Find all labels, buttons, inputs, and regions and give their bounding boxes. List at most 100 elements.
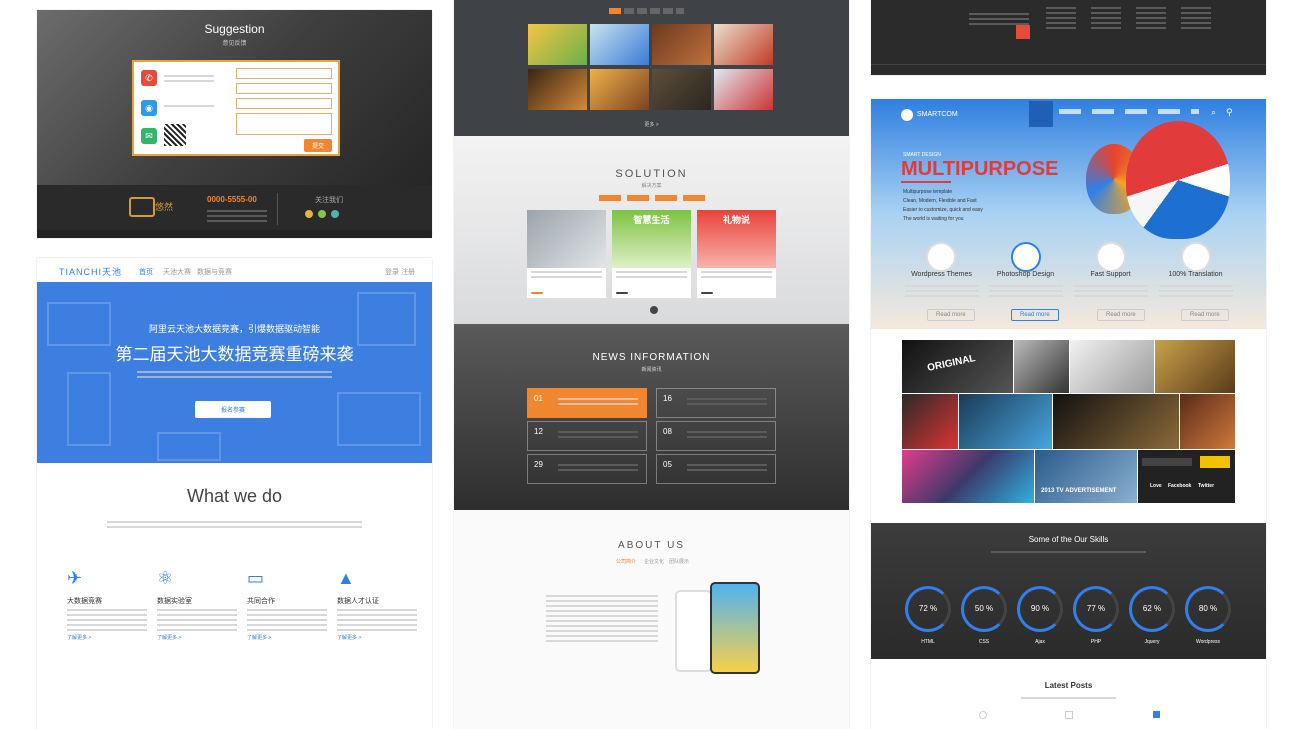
submit-button[interactable]: 提交: [304, 139, 333, 152]
hero-line: Multipurpose template: [903, 189, 953, 195]
logo-icon: [129, 197, 155, 217]
about-tab[interactable]: 团队展示: [669, 558, 689, 565]
qq-share-icon[interactable]: [331, 210, 339, 218]
support-icon: [1096, 242, 1126, 272]
weibo-icon[interactable]: [305, 210, 313, 218]
service-title: 100% Translation: [1168, 271, 1223, 278]
view-button[interactable]: [616, 292, 628, 294]
portfolio-thumb[interactable]: [590, 69, 649, 110]
photo-tile[interactable]: [1053, 394, 1179, 449]
carousel-dot[interactable]: [650, 306, 658, 314]
news-item[interactable]: 12: [527, 421, 647, 451]
message-textarea[interactable]: [236, 113, 332, 135]
hero-title: 第二届天池大数据竞赛重磅来袭: [115, 345, 354, 364]
signup-button[interactable]: 报名参赛: [195, 401, 271, 418]
news-section: NEWS INFORMATION 新闻资讯 01 12 29 16 08 05: [454, 324, 849, 510]
nav-items[interactable]: [1059, 109, 1199, 114]
name-field[interactable]: [236, 68, 332, 79]
portfolio-section: 更多 >: [454, 0, 849, 136]
footer-phone: 0000-5555-00: [207, 195, 257, 204]
wechat-share-icon[interactable]: [318, 210, 326, 218]
portfolio-thumb[interactable]: [714, 24, 773, 65]
back-to-top-button[interactable]: [1016, 25, 1030, 39]
about-title: ABOUT US: [618, 540, 685, 551]
nav-item-data[interactable]: 数据与竞赛: [197, 267, 232, 277]
card-multipurpose: SMARTCOM ⌕ ⚲ SMART DESIGN MULTIPURPOSE M…: [871, 99, 1266, 729]
top-nav: TIANCHI天池 首页 天池大赛 数据与竞赛 登录 注册: [37, 258, 432, 283]
photo-tile[interactable]: [1014, 340, 1069, 393]
skill-label: Wordpress: [1195, 639, 1221, 645]
post-icon[interactable]: [1065, 711, 1073, 719]
news-item[interactable]: 01: [527, 388, 647, 418]
photo-tile[interactable]: [902, 394, 958, 449]
footer-logo-text: 悠然: [155, 202, 174, 212]
nav-item-contest[interactable]: 天池大赛: [163, 267, 191, 277]
about-tab-active[interactable]: 公司简介: [616, 558, 636, 565]
email-field[interactable]: [236, 98, 332, 109]
news-item[interactable]: 29: [527, 454, 647, 484]
portfolio-thumb[interactable]: [528, 24, 587, 65]
social-love[interactable]: Love: [1150, 483, 1162, 489]
cart-icon[interactable]: ⚲: [1226, 107, 1233, 118]
photo-text: ORIGINAL: [926, 353, 977, 374]
news-item[interactable]: 05: [656, 454, 776, 484]
about-tab[interactable]: 企业文化: [644, 558, 664, 565]
hero-line: Clean, Modern, Flexible and Fast: [903, 198, 977, 204]
view-button[interactable]: [701, 292, 713, 294]
feature-more-link[interactable]: 了解更多 >: [247, 634, 327, 641]
phone-field[interactable]: [236, 83, 332, 94]
photo-tile[interactable]: ORIGINAL: [902, 340, 1013, 393]
portfolio-thumb[interactable]: [714, 69, 773, 110]
nav-item-active[interactable]: [1029, 101, 1053, 127]
portfolio-thumb[interactable]: [528, 69, 587, 110]
read-more-button[interactable]: Read more: [927, 309, 975, 321]
brand-logo[interactable]: TIANCHI天池: [59, 265, 122, 278]
register-link[interactable]: 注册: [401, 267, 415, 277]
feature-more-link[interactable]: 了解更多 >: [67, 634, 147, 641]
photo-tile[interactable]: [1155, 340, 1235, 393]
post-icon[interactable]: [979, 711, 987, 719]
post-icon[interactable]: [1153, 711, 1160, 718]
portfolio-thumb[interactable]: [590, 24, 649, 65]
service-title: Photoshop Design: [996, 271, 1055, 278]
filter-tabs[interactable]: [624, 8, 684, 14]
more-link[interactable]: 更多 >: [454, 121, 849, 128]
feature-title: 大数据竞赛: [67, 598, 102, 605]
hero-title: MULTIPURPOSE: [901, 158, 1059, 180]
photo-tile[interactable]: [1070, 340, 1154, 393]
photo-tile[interactable]: 2013 TV ADVERTISEMENT: [1035, 450, 1137, 503]
photo-tile[interactable]: [959, 394, 1052, 449]
solution-card[interactable]: [527, 210, 606, 298]
feature-more-link[interactable]: 了解更多 >: [337, 634, 417, 641]
skill-ring: 72 %: [905, 586, 951, 632]
read-more-button[interactable]: Read more: [1181, 309, 1229, 321]
feature-more-link[interactable]: 了解更多 >: [157, 634, 237, 641]
solution-section: SOLUTION 解决方案 智慧生活 礼物说: [454, 136, 849, 324]
photo-tile[interactable]: [1180, 394, 1235, 449]
search-icon[interactable]: ⌕: [1211, 107, 1216, 118]
feature-title: 共同合作: [247, 598, 275, 605]
view-button[interactable]: [531, 292, 543, 294]
brand-name[interactable]: SMARTCOM: [917, 111, 958, 118]
feature-card: ✈ 大数据竞赛 了解更多 >: [67, 568, 147, 641]
translation-icon: [1181, 242, 1211, 272]
portfolio-thumb[interactable]: [652, 69, 711, 110]
search-bar[interactable]: [1142, 458, 1192, 466]
photo-tile-social[interactable]: Love Facebook Twitter: [1138, 450, 1235, 503]
news-item[interactable]: 08: [656, 421, 776, 451]
nav-item-home[interactable]: 首页: [139, 267, 153, 277]
news-item[interactable]: 16: [656, 388, 776, 418]
photo-tile[interactable]: [902, 450, 1034, 503]
read-more-button[interactable]: Read more: [1011, 309, 1059, 321]
login-link[interactable]: 登录: [385, 267, 399, 277]
social-facebook[interactable]: Facebook: [1168, 483, 1191, 489]
read-more-button[interactable]: Read more: [1097, 309, 1145, 321]
solution-card[interactable]: 礼物说: [697, 210, 776, 298]
phone-mockup-color: [710, 582, 760, 674]
portfolio-thumb[interactable]: [652, 24, 711, 65]
social-twitter[interactable]: Twitter: [1198, 483, 1214, 489]
solution-tabs[interactable]: [599, 195, 705, 201]
filter-tab-active[interactable]: [609, 8, 621, 14]
qq-icon: ◉: [141, 100, 157, 116]
solution-card[interactable]: 智慧生活: [612, 210, 691, 298]
